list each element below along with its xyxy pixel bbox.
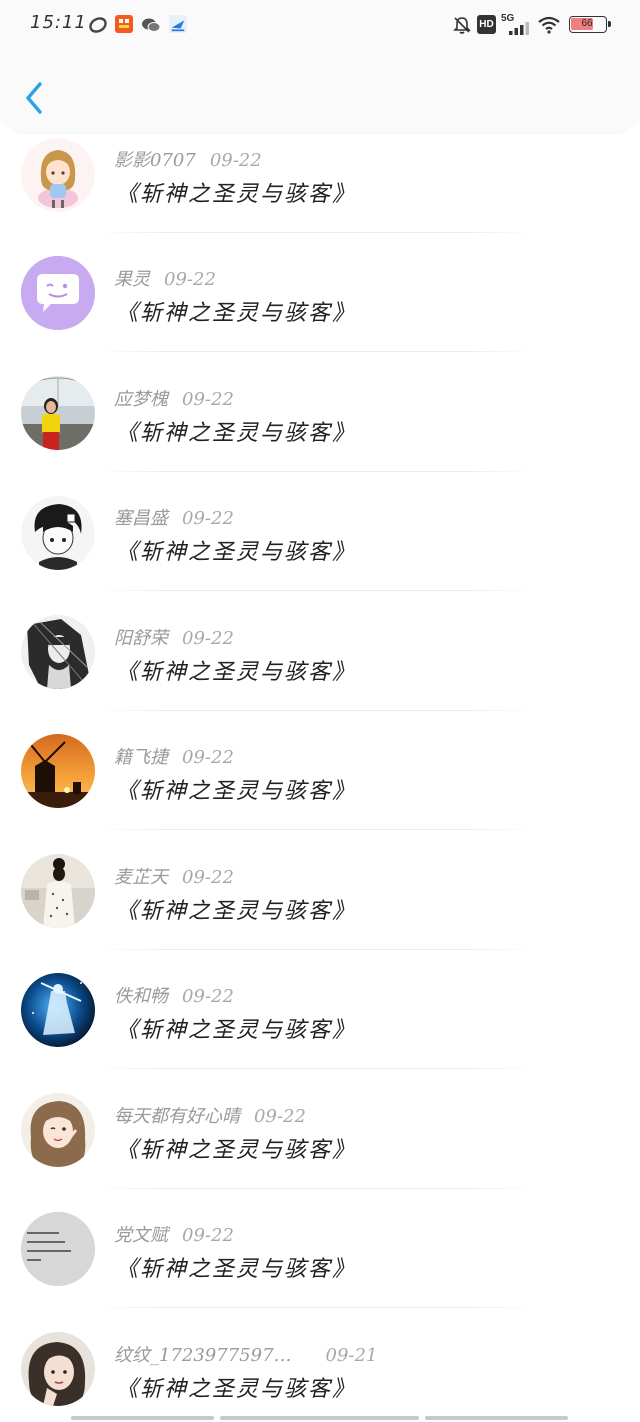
entry-title[interactable]: 《斩神之圣灵与骇客》 — [116, 176, 356, 208]
entry-title[interactable]: 《斩神之圣灵与骇客》 — [116, 1371, 356, 1403]
entry-title[interactable]: 《斩神之圣灵与骇客》 — [116, 534, 356, 566]
entry-meta: 籍飞捷 09-22 — [114, 743, 234, 769]
indicator-segment — [220, 1416, 419, 1420]
username: 党文赋 — [114, 1225, 168, 1246]
username: 果灵 — [114, 269, 150, 290]
avatar — [21, 854, 95, 928]
entry-date: 09-22 — [182, 628, 234, 649]
list-item[interactable]: 党文赋 09-22 《斩神之圣灵与骇客》 — [0, 1193, 640, 1312]
entry-title[interactable]: 《斩神之圣灵与骇客》 — [116, 773, 356, 805]
list-item[interactable]: 麦芷天 09-22 《斩神之圣灵与骇客》 — [0, 835, 640, 954]
list-item[interactable]: 果灵 09-22 《斩神之圣灵与骇客》 — [0, 237, 640, 356]
entry-date: 09-22 — [164, 269, 216, 290]
row-divider — [96, 351, 536, 352]
wifi-icon — [538, 16, 560, 34]
list-item[interactable]: 影影0707 09-22 《斩神之圣灵与骇客》 — [0, 118, 640, 237]
entry-title[interactable]: 《斩神之圣灵与骇客》 — [116, 415, 356, 447]
row-divider — [96, 232, 536, 233]
entry-date: 09-22 — [209, 150, 262, 171]
wechat-icon — [142, 18, 161, 32]
battery-icon: 66 — [569, 16, 611, 33]
avatar — [21, 734, 95, 808]
back-arrow-icon — [26, 82, 42, 114]
entry-title[interactable]: 《斩神之圣灵与骇客》 — [116, 1251, 356, 1283]
avatar — [21, 1332, 95, 1406]
shopping-app-icon — [115, 15, 133, 33]
entry-date: 09-22 — [182, 389, 234, 410]
row-divider — [96, 949, 536, 950]
back-button[interactable] — [20, 78, 52, 118]
list-item[interactable]: 佚和畅 09-22 《斩神之圣灵与骇客》 — [0, 954, 640, 1073]
username: 影影0707 — [114, 150, 196, 171]
entry-date: 09-22 — [254, 1106, 306, 1127]
avatar — [21, 615, 95, 689]
list-item[interactable]: 籍飞捷 09-22 《斩神之圣灵与骇客》 — [0, 715, 640, 834]
entry-title[interactable]: 《斩神之圣灵与骇客》 — [116, 1012, 356, 1044]
signal-indicator: 5G — [501, 13, 531, 35]
entry-meta: 果灵 09-22 — [114, 265, 216, 291]
list-item[interactable]: 每天都有好心晴 09-22 《斩神之圣灵与骇客》 — [0, 1074, 640, 1193]
entry-meta: 麦芷天 09-22 — [114, 863, 234, 889]
list-item[interactable]: 阳舒荣 09-22 《斩神之圣灵与骇客》 — [0, 596, 640, 715]
entry-meta: 佚和畅 09-22 — [114, 982, 234, 1008]
hd-badge: HD — [477, 15, 496, 34]
bell-off-icon — [453, 17, 471, 34]
status-time: 15:11 — [30, 12, 87, 33]
avatar — [21, 1093, 95, 1167]
entry-title[interactable]: 《斩神之圣灵与骇客》 — [116, 1132, 356, 1164]
username: 籍飞捷 — [114, 747, 168, 768]
avatar — [21, 256, 95, 330]
username: 塞昌盛 — [114, 508, 168, 529]
avatar — [21, 496, 95, 570]
username: 应梦槐 — [114, 389, 168, 410]
username: 阳舒荣 — [114, 628, 168, 649]
indicator-segment — [425, 1416, 568, 1420]
avatar — [21, 376, 95, 450]
row-divider — [96, 710, 536, 711]
flight-app-icon — [169, 15, 187, 33]
row-divider — [96, 590, 536, 591]
avatar — [21, 1212, 95, 1286]
status-bar: 15:11 HD 5G 66 — [0, 0, 640, 50]
entry-date: 09-22 — [182, 1225, 234, 1246]
entry-title[interactable]: 《斩神之圣灵与骇客》 — [116, 295, 356, 327]
username: 每天都有好心晴 — [114, 1106, 240, 1127]
entry-meta: 应梦槐 09-22 — [114, 385, 234, 411]
username: 佚和畅 — [114, 986, 168, 1007]
row-divider — [96, 829, 536, 830]
entry-meta: 影影0707 09-22 — [114, 146, 262, 172]
app-loop-icon — [89, 17, 107, 33]
username: 麦芷天 — [114, 867, 168, 888]
entry-title[interactable]: 《斩神之圣灵与骇客》 — [116, 893, 356, 925]
entry-meta: 党文赋 09-22 — [114, 1221, 234, 1247]
hd-label: HD — [479, 19, 494, 30]
header-bar: 15:11 HD 5G 66 — [0, 0, 640, 132]
indicator-segment — [71, 1416, 214, 1420]
row-divider — [96, 471, 536, 472]
username: 纹纹_1723977597… — [114, 1345, 292, 1366]
row-divider — [96, 1307, 536, 1308]
list-item[interactable]: 应梦槐 09-22 《斩神之圣灵与骇客》 — [0, 357, 640, 476]
entry-meta: 纹纹_1723977597… 09-21 — [114, 1341, 377, 1367]
list-item[interactable]: 纹纹_1723977597… 09-21 《斩神之圣灵与骇客》 — [0, 1313, 640, 1413]
battery-percent: 66 — [581, 18, 593, 29]
avatar — [21, 138, 95, 212]
list-item[interactable]: 塞昌盛 09-22 《斩神之圣灵与骇客》 — [0, 476, 640, 595]
entry-title[interactable]: 《斩神之圣灵与骇客》 — [116, 654, 356, 686]
entry-date: 09-22 — [182, 747, 234, 768]
entry-meta: 塞昌盛 09-22 — [114, 504, 234, 530]
bottom-indicator — [0, 1413, 640, 1422]
entry-date: 09-22 — [182, 508, 234, 529]
row-divider — [96, 1068, 536, 1069]
signal-icon — [509, 22, 529, 35]
avatar — [21, 973, 95, 1047]
entry-meta: 阳舒荣 09-22 — [114, 624, 234, 650]
entry-date: 09-21 — [325, 1345, 378, 1366]
entry-meta: 每天都有好心晴 09-22 — [114, 1102, 306, 1128]
entry-date: 09-22 — [182, 867, 234, 888]
row-divider — [96, 1188, 536, 1189]
entry-date: 09-22 — [182, 986, 234, 1007]
